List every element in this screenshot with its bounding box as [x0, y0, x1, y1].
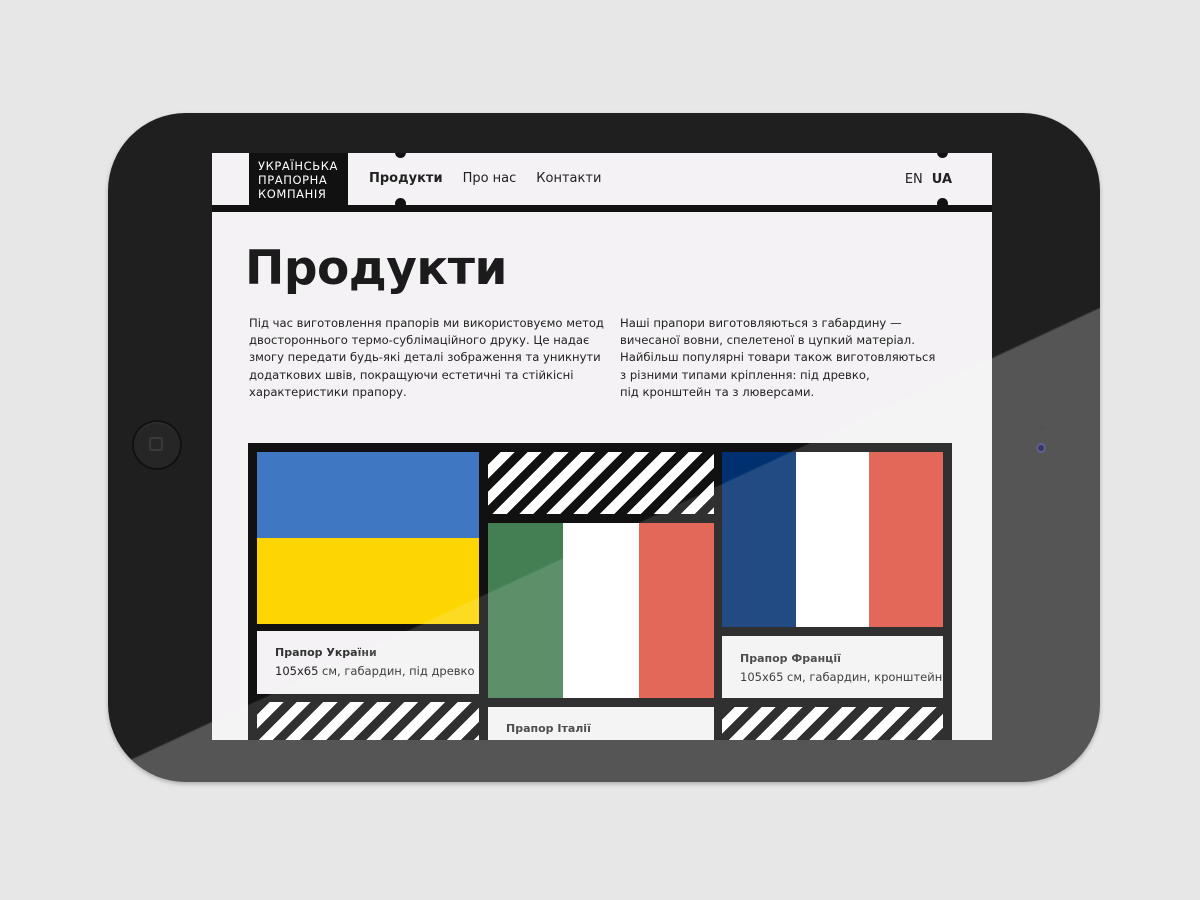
striped-placeholder	[722, 707, 943, 740]
intro-text-left: Під час виготовлення прапорів ми викорис…	[249, 315, 604, 401]
product-description: 105x65 см, габардин, під древко	[275, 664, 475, 678]
intro-left-line: двостороннього термо-сублімаційного друк…	[249, 333, 590, 348]
product-title: Прапор України	[275, 646, 377, 659]
logo-line-1: УКРАЇНСЬКА	[258, 159, 338, 173]
website-screen: УКРАЇНСЬКА ПРАПОРНА КОМПАНІЯ Продукти Пр…	[212, 153, 992, 740]
flag-stripe-red	[638, 523, 714, 698]
flag-stripe-red	[869, 452, 943, 627]
intro-left-line: додаткових швів, покращуючи естетичні та…	[249, 367, 574, 382]
camera-icon	[1036, 443, 1046, 453]
intro-right-line: Найбільш популярні товари також виготовл…	[620, 350, 936, 365]
nav-item-products[interactable]: Продукти	[369, 171, 443, 186]
intro-text-right: Наші прапори виготовляються з габардину …	[620, 315, 936, 401]
nav-item-about[interactable]: Про нас	[463, 171, 517, 186]
home-button[interactable]	[132, 420, 182, 470]
product-info-ukraine[interactable]: Прапор України 105x65 см, габардин, під …	[257, 631, 479, 694]
nav-item-contacts[interactable]: Контакти	[536, 171, 601, 186]
product-info-france[interactable]: Прапор Франції 105x65 см, габардин, крон…	[722, 636, 943, 698]
product-title: Прапор Італії	[506, 722, 591, 735]
logo-line-3: КОМПАНІЯ	[258, 187, 327, 201]
product-card-ukraine[interactable]	[257, 452, 479, 624]
logo-line-2: ПРАПОРНА	[258, 173, 328, 187]
main-nav: Продукти Про нас Контакти	[369, 171, 601, 186]
intro-right-line: під кронштейн та з люверсами.	[620, 384, 815, 399]
product-card-italy[interactable]	[488, 523, 714, 698]
page-title: Продукти	[245, 241, 507, 296]
product-description: 105x65 см, габардин, кронштейн	[740, 670, 943, 684]
flag-stripe-blue	[257, 452, 479, 538]
header-divider	[212, 205, 992, 212]
flag-stripe-white	[795, 452, 870, 627]
intro-right-line: Наші прапори виготовляються з габардину …	[620, 316, 902, 330]
language-switcher: EN UA	[905, 172, 952, 187]
flag-stripe-green	[488, 523, 564, 698]
home-square-icon	[149, 437, 163, 451]
rivet-decoration	[395, 198, 406, 209]
flag-stripe-white	[563, 523, 639, 698]
product-grid: Прапор України 105x65 см, габардин, під …	[248, 443, 952, 740]
striped-placeholder	[488, 452, 714, 514]
intro-left-line: характеристики прапору.	[249, 384, 407, 399]
product-info-italy[interactable]: Прапор Італії	[488, 707, 714, 740]
striped-placeholder	[257, 702, 479, 740]
intro-left-line: змогу передати будь-які деталі зображенн…	[249, 350, 601, 365]
intro-right-line: вичесаної вовни, спелетеної в цупкий мат…	[620, 333, 915, 348]
product-card-france[interactable]	[722, 452, 943, 627]
intro-left-line: Під час виготовлення прапорів ми викорис…	[249, 316, 604, 330]
site-header: УКРАЇНСЬКА ПРАПОРНА КОМПАНІЯ Продукти Пр…	[212, 153, 992, 205]
flag-stripe-yellow	[257, 538, 479, 624]
lang-ua[interactable]: UA	[932, 172, 952, 187]
light-sensor	[1039, 425, 1045, 431]
rivet-decoration	[937, 198, 948, 209]
intro-right-line: з різними типами кріплення: під древко,	[620, 367, 870, 382]
lang-en[interactable]: EN	[905, 172, 923, 187]
flag-stripe-blue	[722, 452, 796, 627]
company-logo[interactable]: УКРАЇНСЬКА ПРАПОРНА КОМПАНІЯ	[249, 153, 348, 205]
product-title: Прапор Франції	[740, 652, 841, 665]
